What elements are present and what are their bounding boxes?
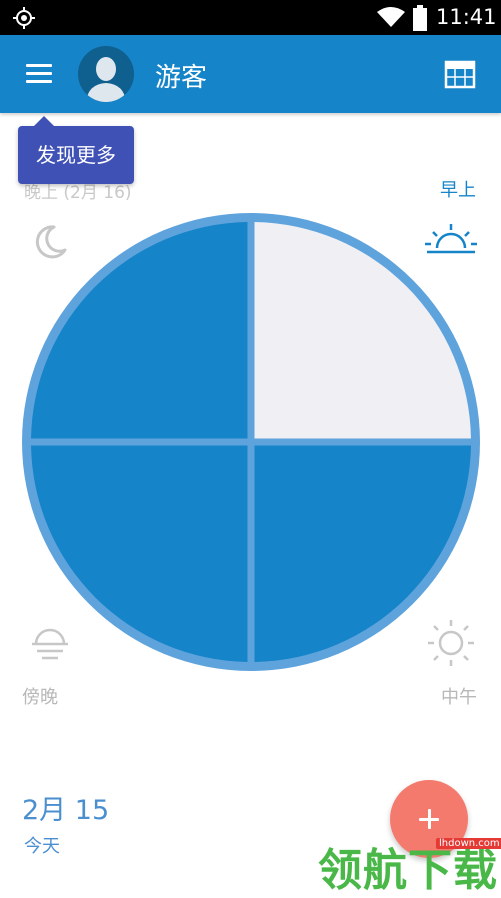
menu-icon xyxy=(26,64,52,67)
morning-label: 早上 xyxy=(440,180,476,201)
pie-quadrant-top-left[interactable] xyxy=(31,222,248,439)
calendar-button[interactable] xyxy=(444,59,476,89)
user-name[interactable]: 游客 xyxy=(155,57,207,94)
today-label: 今天 xyxy=(24,836,60,857)
dusk-label: 傍晚 xyxy=(22,687,58,708)
noon-label: 中午 xyxy=(441,687,477,708)
pie-ring xyxy=(22,213,480,671)
avatar[interactable] xyxy=(78,46,134,102)
gps-icon xyxy=(13,7,35,29)
selected-date[interactable]: 2月 15 xyxy=(22,788,109,827)
sunset-icon xyxy=(32,628,68,660)
sun-icon xyxy=(428,620,474,666)
status-time: 11:41 xyxy=(436,5,497,29)
menu-button[interactable] xyxy=(22,59,56,89)
battery-icon xyxy=(413,5,427,31)
calendar-icon xyxy=(444,60,476,89)
app-bar: 游客 xyxy=(0,35,501,113)
watermark-url: lhdown.com xyxy=(436,838,501,849)
user-avatar-icon xyxy=(86,57,126,102)
watermark-logo: 领航下载 lhdown.com xyxy=(318,830,501,896)
wifi-icon xyxy=(377,7,405,27)
status-bar: 11:41 xyxy=(0,0,501,35)
day-pie-chart[interactable] xyxy=(21,212,481,672)
discover-more-tooltip[interactable]: 发现更多 xyxy=(18,116,134,184)
pie-quadrant-top-right[interactable] xyxy=(254,222,471,439)
